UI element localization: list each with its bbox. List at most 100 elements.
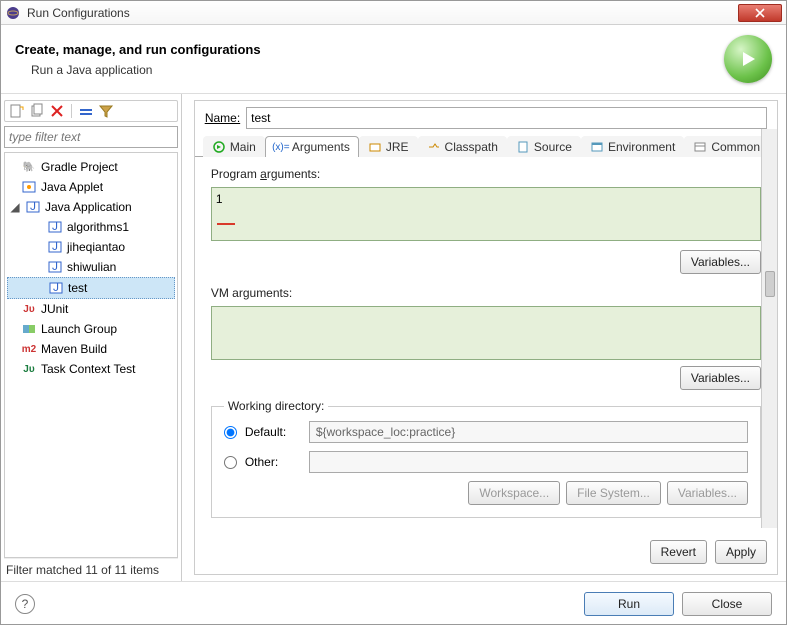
expander-icon[interactable]: ◢ xyxy=(9,201,21,213)
environment-tab-icon xyxy=(590,140,604,154)
scrollbar-thumb[interactable] xyxy=(765,271,775,297)
spellcheck-underline xyxy=(217,223,235,225)
tab-main[interactable]: Main xyxy=(203,136,265,157)
tree-label: Java Application xyxy=(45,200,132,214)
tab-environment[interactable]: Environment xyxy=(581,136,684,157)
tab-arguments[interactable]: (x)=Arguments xyxy=(265,136,359,157)
program-args-input[interactable]: 1 xyxy=(211,187,761,241)
jre-tab-icon xyxy=(368,140,382,154)
wd-default-radio[interactable] xyxy=(224,426,237,439)
program-variables-button[interactable]: Variables... xyxy=(680,250,761,274)
program-args-label: Program arguments: xyxy=(211,167,761,181)
new-config-icon[interactable] xyxy=(9,103,25,119)
tree-item-child[interactable]: Jjiheqiantao xyxy=(7,237,175,257)
wd-variables-button[interactable]: Variables... xyxy=(667,481,748,505)
name-row: Name: xyxy=(195,101,777,135)
tree-label: Maven Build xyxy=(41,342,107,356)
tree-item-launchgroup[interactable]: Launch Group xyxy=(7,319,175,339)
java-run-icon: J xyxy=(47,259,63,275)
main-tab-icon xyxy=(212,140,226,154)
tree-label: algorithms1 xyxy=(67,220,129,234)
left-panel: 🐘 Gradle Project Java Applet ◢ J Java Appli… xyxy=(1,94,182,581)
wd-filesystem-button[interactable]: File System... xyxy=(566,481,661,505)
apply-button[interactable]: Apply xyxy=(715,540,767,564)
svg-text:J: J xyxy=(52,240,58,253)
header-subtitle: Run a Java application xyxy=(31,63,724,77)
revert-button[interactable]: Revert xyxy=(650,540,707,564)
tree-item-java-app[interactable]: ◢ J Java Application xyxy=(7,197,175,217)
wd-default-label: Default: xyxy=(245,425,301,439)
filter-input[interactable] xyxy=(4,126,178,148)
header-title: Create, manage, and run configurations xyxy=(15,42,724,57)
wd-default-value xyxy=(309,421,748,443)
eclipse-icon xyxy=(5,5,21,21)
tree-item-child[interactable]: Jalgorithms1 xyxy=(7,217,175,237)
gradle-icon: 🐘 xyxy=(21,159,37,175)
junit-icon: Jᴜ xyxy=(21,301,37,317)
tab-label: Classpath xyxy=(445,140,498,154)
duplicate-config-icon[interactable] xyxy=(29,103,45,119)
tree-item-task[interactable]: JᴜTask Context Test xyxy=(7,359,175,379)
wd-other-label: Other: xyxy=(245,455,301,469)
name-input[interactable] xyxy=(246,107,767,129)
tree-label: shiwulian xyxy=(67,260,116,274)
help-icon[interactable]: ? xyxy=(15,594,35,614)
working-directory-label: Working directory: xyxy=(224,399,328,413)
tree-item-junit[interactable]: Jᴜ JUnit xyxy=(7,299,175,319)
java-run-icon: J xyxy=(48,280,64,296)
dialog-header: Create, manage, and run configurations R… xyxy=(1,25,786,94)
config-tree[interactable]: 🐘 Gradle Project Java Applet ◢ J Java Appli… xyxy=(4,152,178,558)
vm-args-label: VM arguments: xyxy=(211,286,761,300)
vertical-scrollbar[interactable] xyxy=(761,129,777,528)
left-toolbar xyxy=(4,100,178,122)
tab-label: Source xyxy=(534,140,572,154)
right-panel: Name: Main (x)=Arguments JRE Classpath S… xyxy=(182,94,786,581)
svg-text:J: J xyxy=(52,260,58,273)
java-app-icon: J xyxy=(25,199,41,215)
filter-icon[interactable] xyxy=(98,103,114,119)
window-title: Run Configurations xyxy=(27,6,738,20)
svg-text:J: J xyxy=(30,200,36,213)
tab-classpath[interactable]: Classpath xyxy=(418,136,507,157)
svg-text:J: J xyxy=(53,281,59,294)
delete-config-icon[interactable] xyxy=(49,103,65,119)
tab-label: Environment xyxy=(608,140,675,154)
titlebar: Run Configurations xyxy=(1,1,786,25)
tree-label: Launch Group xyxy=(41,322,117,336)
collapse-all-icon[interactable] xyxy=(78,103,94,119)
run-hero-icon xyxy=(724,35,772,83)
tree-item-maven[interactable]: m2 Maven Build xyxy=(7,339,175,359)
wd-other-input[interactable] xyxy=(309,451,748,473)
tree-item-gradle[interactable]: 🐘 Gradle Project xyxy=(7,157,175,177)
tab-label: JRE xyxy=(386,140,409,154)
source-tab-icon xyxy=(516,140,530,154)
vm-args-input[interactable] xyxy=(211,306,761,360)
launch-group-icon xyxy=(21,321,37,337)
arguments-tab-icon: (x)= xyxy=(274,140,288,154)
tree-label: Gradle Project xyxy=(41,160,118,174)
wd-other-radio[interactable] xyxy=(224,456,237,469)
tab-source[interactable]: Source xyxy=(507,136,581,157)
tree-label: JUnit xyxy=(41,302,68,316)
tree-item-child[interactable]: Jshiwulian xyxy=(7,257,175,277)
window-close-button[interactable] xyxy=(738,4,782,22)
task-icon: Jᴜ xyxy=(21,361,37,377)
vm-variables-button[interactable]: Variables... xyxy=(680,366,761,390)
svg-text:J: J xyxy=(52,220,58,233)
run-button[interactable]: Run xyxy=(584,592,674,616)
working-directory-group: Working directory: Default: Other: xyxy=(211,406,761,518)
tree-label: jiheqiantao xyxy=(67,240,125,254)
filter-status: Filter matched 11 of 11 items xyxy=(4,558,178,581)
java-run-icon: J xyxy=(47,239,63,255)
tree-item-child-selected[interactable]: Jtest xyxy=(7,277,175,299)
wd-workspace-button[interactable]: Workspace... xyxy=(468,481,560,505)
tab-label: Main xyxy=(230,140,256,154)
tab-label: Common xyxy=(711,140,760,154)
close-button[interactable]: Close xyxy=(682,592,772,616)
tab-common[interactable]: Common xyxy=(684,136,769,157)
tab-jre[interactable]: JRE xyxy=(359,136,418,157)
maven-icon: m2 xyxy=(21,341,37,357)
classpath-tab-icon xyxy=(427,140,441,154)
tree-item-applet[interactable]: Java Applet xyxy=(7,177,175,197)
applet-icon xyxy=(21,179,37,195)
